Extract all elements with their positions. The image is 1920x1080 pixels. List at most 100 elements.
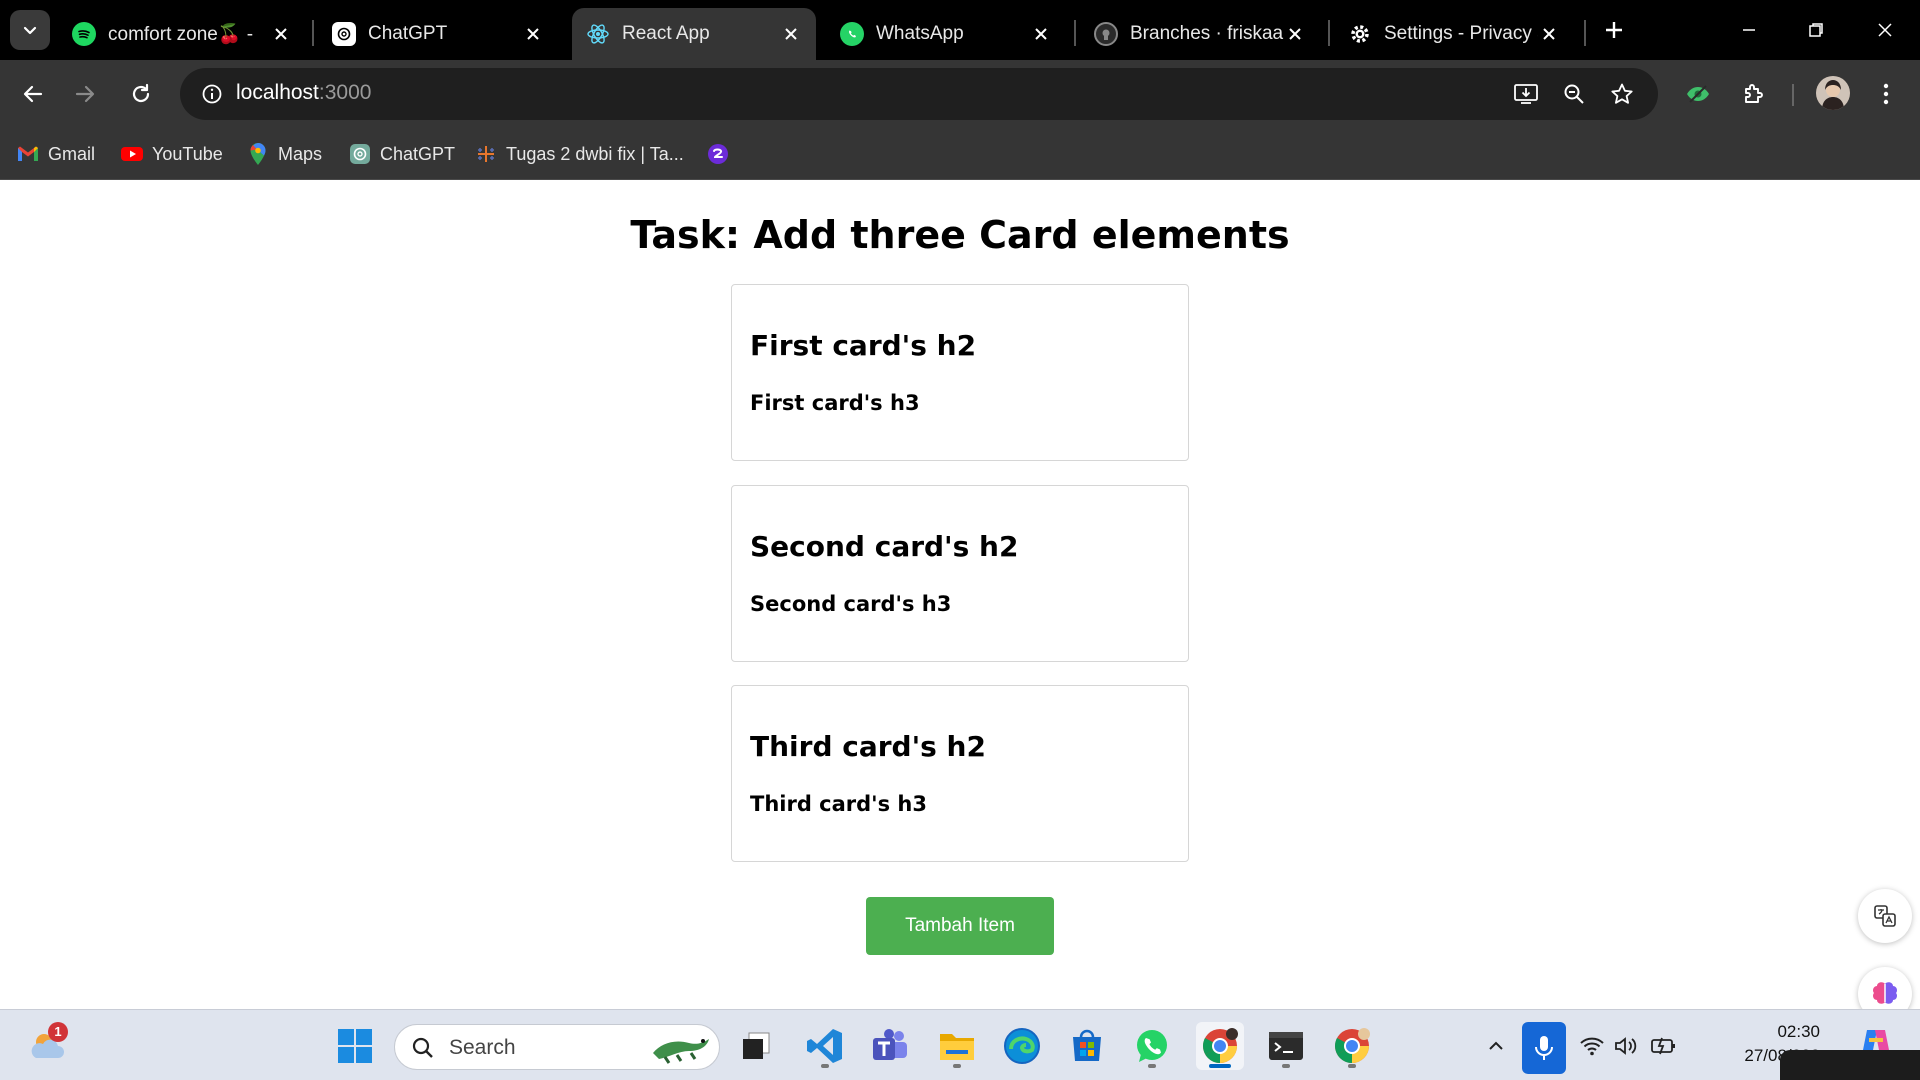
notification-peek [1780,1050,1920,1080]
tab-react-app[interactable]: React App [572,8,816,60]
tab-search-button[interactable] [10,10,50,50]
taskbar-whatsapp[interactable] [1128,1022,1176,1070]
chevron-down-icon [23,26,37,35]
github-icon [1094,22,1118,46]
running-indicator [1348,1064,1356,1068]
bookmark-label: YouTube [152,143,223,164]
card-h2: First card's h2 [750,329,977,362]
volume-status[interactable] [1610,1030,1642,1062]
close-window-button[interactable] [1860,10,1910,50]
card: Third card's h2 Third card's h3 [731,685,1189,862]
close-tab-icon[interactable] [780,23,802,45]
wifi-status[interactable] [1576,1030,1608,1062]
bookmark-label: ChatGPT [380,143,456,164]
tab-title: comfort zone🍒 - [108,24,254,45]
windows-logo-icon [338,1029,372,1063]
tab-title: Settings - Privacy a [1384,23,1538,44]
card-h2: Third card's h2 [750,730,986,763]
install-app-icon[interactable] [1506,74,1546,114]
taskbar-search[interactable]: Search [394,1024,720,1070]
tab-settings[interactable]: Settings - Privacy a [1334,8,1574,60]
bookmark-gmail[interactable]: Gmail [16,138,95,170]
add-item-button[interactable]: Tambah Item [866,897,1054,955]
tab-spotify[interactable]: comfort zone🍒 - [58,8,306,60]
bookmark-star-icon[interactable] [1602,74,1642,114]
page-content: Task: Add three Card elements First card… [0,181,1920,1021]
minimize-button[interactable] [1724,10,1774,50]
brain-icon [1873,982,1897,1004]
bookmark-chatgpt[interactable]: ChatGPT [348,138,455,170]
taskbar-terminal[interactable] [1262,1022,1310,1070]
url-port: :3000 [318,81,372,104]
battery-charging-icon [1651,1037,1675,1055]
tab-title: ChatGPT [368,23,448,44]
close-tab-icon[interactable] [270,23,292,45]
taskbar-task-view[interactable] [732,1022,780,1070]
translate-button[interactable] [1858,889,1912,943]
tab-separator [312,20,314,46]
plus-icon [1606,22,1622,38]
close-tab-icon[interactable] [1284,23,1306,45]
tab-separator [1584,20,1586,46]
start-button[interactable] [331,1022,379,1070]
settings-icon [1348,22,1372,46]
taskbar-store[interactable] [1063,1022,1111,1070]
reload-icon [132,83,150,103]
edge-icon [1004,1028,1040,1064]
speaker-icon [1615,1037,1637,1055]
back-button[interactable] [13,74,53,114]
whatsapp-icon [1137,1030,1167,1062]
vscode-icon [807,1029,842,1063]
weather-widget[interactable]: 1 [24,1022,72,1070]
chevron-up-icon [1489,1041,1503,1050]
bookmark-label: Maps [278,143,323,164]
forward-button[interactable] [65,74,105,114]
extension-eye-button[interactable] [1678,74,1718,114]
bookmark-maps[interactable]: Maps [246,138,322,170]
chrome-icon [1335,1028,1370,1063]
bookmark-youtube[interactable]: YouTube [120,138,223,170]
bookmark-tableau[interactable]: Tugas 2 dwbi fix | Ta... [474,138,684,170]
taskbar-file-explorer[interactable] [933,1022,981,1070]
restore-button[interactable] [1791,10,1841,50]
tab-github[interactable]: Branches · friskaa2 [1080,8,1320,60]
copilot-button[interactable] [1860,1024,1892,1056]
tab-separator [1328,20,1330,46]
address-bar[interactable]: localhost:3000 [180,68,1658,120]
microphone-button[interactable] [1522,1022,1566,1074]
zoom-icon[interactable] [1554,74,1594,114]
windows-taskbar: 1 Search 02:30 [0,1009,1920,1080]
arrow-right-icon [75,85,95,103]
notification-badge: 1 [48,1022,68,1042]
tab-chatgpt[interactable]: ChatGPT [318,8,558,60]
site-info-icon[interactable] [192,74,232,114]
search-icon [412,1037,433,1058]
taskbar-vscode[interactable] [801,1022,849,1070]
extensions-button[interactable] [1734,74,1774,114]
bookmark-app[interactable] [706,138,738,170]
show-hidden-icons[interactable] [1480,1030,1512,1062]
browser-menu-button[interactable] [1866,74,1906,114]
url-host: localhost [236,81,319,104]
task-view-icon [743,1032,770,1059]
arrow-left-icon [23,85,43,103]
tab-title: WhatsApp [876,23,964,44]
taskbar-teams[interactable] [866,1022,914,1070]
tab-whatsapp[interactable]: WhatsApp [826,8,1066,60]
search-highlight-icon [653,1039,709,1064]
profile-avatar[interactable] [1816,76,1850,110]
copilot-icon [1863,1030,1889,1050]
close-tab-icon[interactable] [1030,23,1052,45]
close-tab-icon[interactable] [522,23,544,45]
reload-button[interactable] [121,74,161,114]
chatgpt-icon [332,22,356,46]
taskbar-chrome-profile[interactable] [1328,1022,1376,1070]
taskbar-chrome[interactable] [1196,1022,1244,1070]
battery-status[interactable] [1648,1030,1680,1062]
taskbar-edge[interactable] [998,1022,1046,1070]
wifi-icon [1580,1037,1604,1056]
address-url[interactable]: localhost:3000 [236,81,371,105]
new-tab-button[interactable] [1598,14,1630,46]
card-h3: Second card's h3 [750,592,952,616]
close-tab-icon[interactable] [1538,23,1560,45]
